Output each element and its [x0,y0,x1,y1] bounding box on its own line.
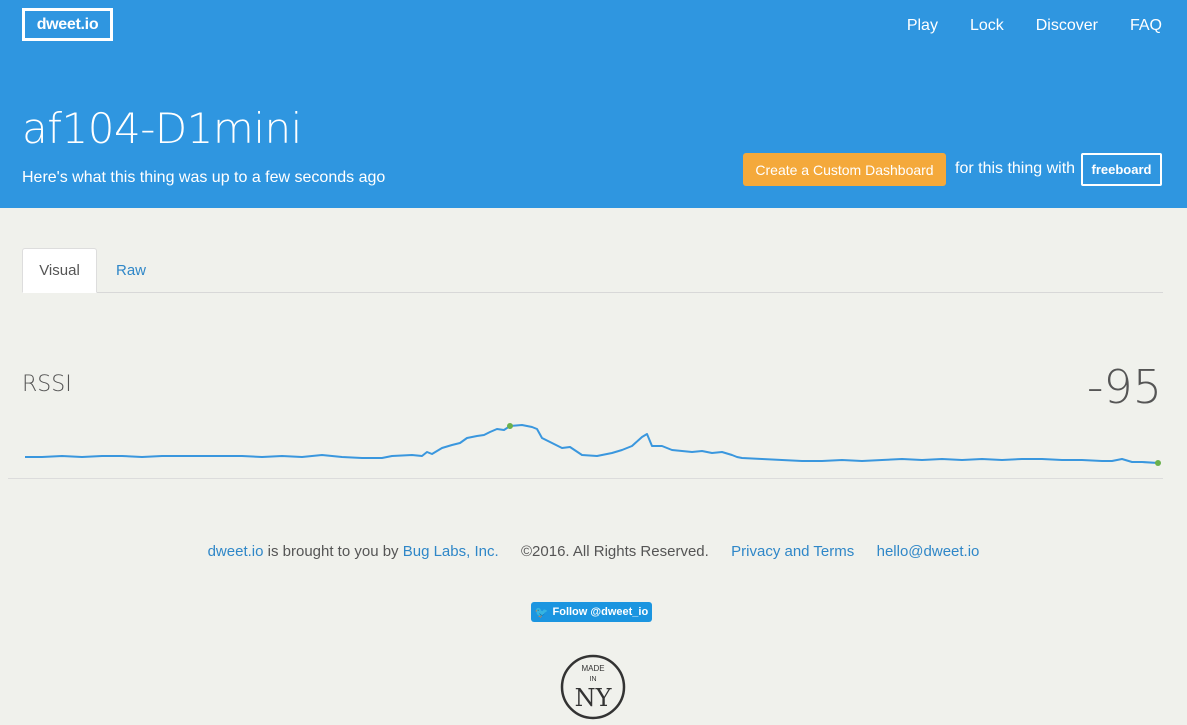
twitter-bird-icon: 🐦 [534,606,549,619]
thing-subtitle: Here's what this thing was up to a few s… [22,169,386,186]
footer-dweet-link[interactable]: dweet.io [208,543,264,560]
thing-name: af104-D1mini [22,104,302,153]
badge-in-text: IN [590,676,597,683]
twitter-follow-label: Follow @dweet_io [552,606,649,618]
nav-lock[interactable]: Lock [970,17,1004,35]
badge-ny-text: NY [575,684,613,712]
nav-discover[interactable]: Discover [1036,17,1098,35]
nav-play[interactable]: Play [907,17,938,35]
view-tabs: Visual Raw [22,248,1163,293]
dashboard-text: for this thing with [955,160,1076,177]
section-divider [8,478,1163,479]
footer-buglabs-link[interactable]: Bug Labs, Inc. [403,543,499,560]
sparkline-path [25,424,1159,464]
dweet-logo[interactable]: dweet.io [22,8,113,41]
nav-faq[interactable]: FAQ [1130,17,1162,35]
footer-credits: dweet.io is brought to you by Bug Labs, … [0,543,1187,560]
freeboard-button[interactable]: freeboard [1081,153,1162,186]
made-in-ny-badge: MADE IN NY [560,654,626,720]
rssi-sparkline [25,423,1161,466]
sparkline-peak-dot [507,423,513,429]
page-header: dweet.io Play Lock Discover FAQ af104-D1… [0,0,1187,208]
metric-value: -95 [1086,360,1162,414]
tab-visual[interactable]: Visual [22,248,97,293]
footer-privacy-link[interactable]: Privacy and Terms [731,543,854,560]
top-nav: Play Lock Discover FAQ [875,17,1162,35]
badge-made-text: MADE [581,664,604,673]
metric-label: RSSI [22,372,72,397]
tab-raw[interactable]: Raw [104,248,158,292]
twitter-follow-button[interactable]: 🐦 Follow @dweet_io [531,602,652,622]
footer-email-link[interactable]: hello@dweet.io [877,543,980,560]
footer-brought-text: is brought to you by [267,543,399,560]
create-dashboard-button[interactable]: Create a Custom Dashboard [743,153,946,186]
footer-copyright: ©2016. All Rights Reserved. [520,543,709,560]
sparkline-end-dot [1155,460,1161,466]
